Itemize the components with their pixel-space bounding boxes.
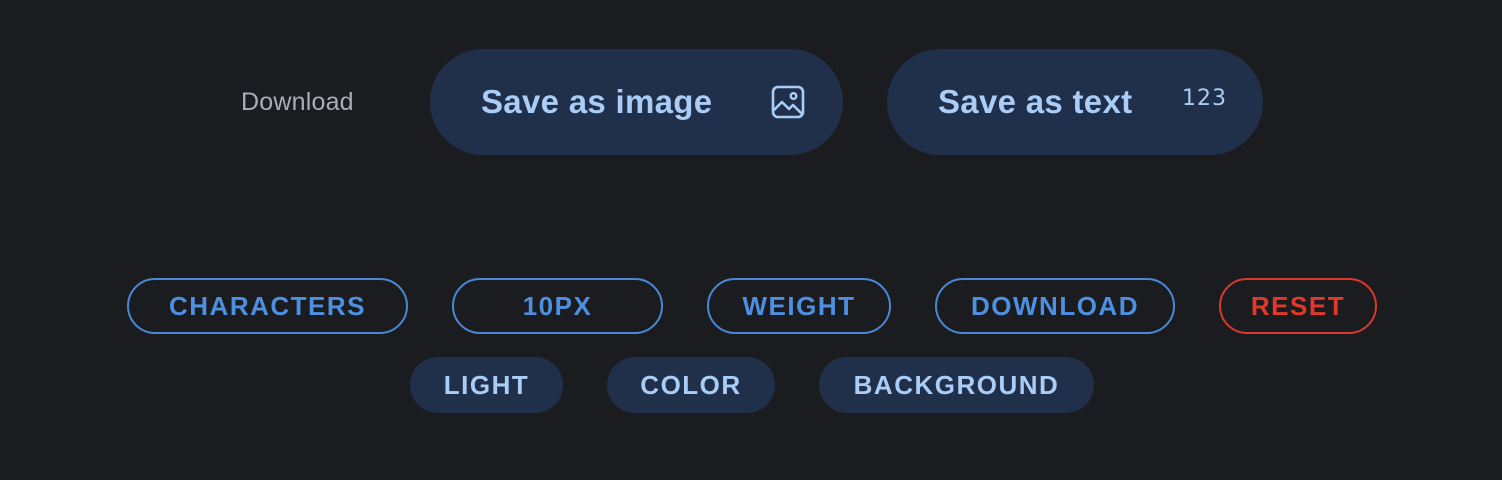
save-as-image-button[interactable]: Save as image [430,49,843,155]
chip-color[interactable]: COLOR [607,357,775,413]
chip-size[interactable]: 10PX [452,278,663,334]
save-as-text-button[interactable]: Save as text 123 [887,49,1263,155]
download-label: Download [241,88,354,116]
save-as-text-label: Save as text [938,83,1133,120]
chip-weight[interactable]: WEIGHT [707,278,891,334]
numbers-icon: 123 [1182,86,1227,111]
save-as-image-label: Save as image [481,83,713,120]
chip-light[interactable]: LIGHT [410,357,563,413]
image-icon [771,85,805,119]
chip-download[interactable]: DOWNLOAD [935,278,1175,334]
chip-reset[interactable]: RESET [1219,278,1377,334]
chip-background[interactable]: BACKGROUND [819,357,1094,413]
download-panel: Download Save as image Save as text 123 … [0,0,1502,480]
chip-characters[interactable]: CHARACTERS [127,278,408,334]
